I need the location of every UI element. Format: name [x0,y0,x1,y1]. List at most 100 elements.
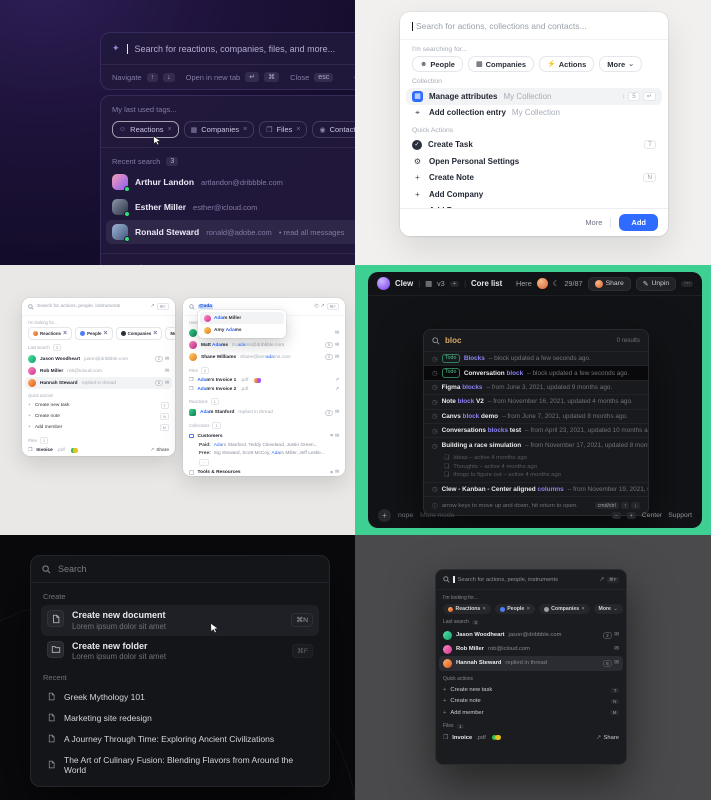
collection-row[interactable]: ⌖ Add collection entry My Collection [406,105,662,122]
person-row-selected[interactable]: Ronald Steward ronald@adobe.com • read a… [106,220,355,244]
result-row[interactable]: ◷ Figma blocks – from June 3, 2021, upda… [424,380,648,394]
read-all-link[interactable]: • read all messages [279,228,345,237]
tag-chip-reactions[interactable]: ☺ Reactions × [112,121,179,138]
tag-chip-companies[interactable]: ▦ Companies × [184,121,255,138]
share-button[interactable]: Share [604,735,619,741]
close-icon[interactable]: × [296,126,300,133]
action-row[interactable]: + Create Note N [406,169,662,186]
close-icon[interactable]: × [582,606,585,612]
search-bar[interactable]: ✦ Search for reactions, companies, files… [101,33,355,64]
person-row[interactable]: Esther Miller esther@icloud.com [106,195,355,219]
user-row[interactable]: Matt Adams m.adams@dribbble.com 5✉ [186,339,342,351]
chip-people[interactable]: People× [495,604,535,614]
recent-row[interactable]: A Journey Through Time: Exploring Ancien… [41,728,319,749]
center-button[interactable]: Center [642,512,662,519]
action-row[interactable]: ✓ Create Task T [406,137,662,153]
reaction-row[interactable]: Adam Stanford replied in thread 3✉ [186,407,342,418]
chip-people[interactable]: ☻People [412,56,463,72]
person-row[interactable]: Arthur Landon artlandon@dribbble.com [106,170,355,194]
create-folder-row[interactable]: Create new folder Lorem ipsum dolor sit … [41,636,319,667]
tag-chip-files[interactable]: ❒ Files × [259,121,307,138]
file-row[interactable]: ❒ Adam's Invoice 2.pdf ↗ [186,385,342,394]
chip-actions[interactable]: ⚡Actions [539,56,594,72]
result-row[interactable]: ◷ Canvs block demo – from June 7, 2021, … [424,409,648,423]
result-row-group[interactable]: ◷ Building a race simulation – from Nove… [424,437,648,481]
thread-subrow[interactable]: ❏things to figure out – active 4 months … [424,472,648,482]
search-input[interactable]: Search [58,564,87,574]
thread-subrow[interactable]: ❏Thoughts – active 4 months ago [424,462,648,472]
person-row[interactable]: Rob Miller rob@icloud.com ✉ [439,642,623,656]
add-tab-button[interactable]: + [450,281,459,287]
close-icon[interactable]: × [153,330,157,337]
recent-row[interactable]: Marketing site redesign [41,707,319,728]
suggestion-row[interactable]: Amy Adams [200,324,284,336]
result-row[interactable]: ◷ Clew - Kanban - Center aligned columns… [424,482,648,496]
close-icon[interactable]: × [243,126,247,133]
search-query[interactable]: bloc [445,336,461,345]
overflow-menu[interactable]: ⋯ [681,281,693,287]
tag-chip-contacts[interactable]: ◉ Contacts × [312,121,355,138]
result-row[interactable]: ◷ Conversations blocks test – from April… [424,423,648,437]
close-icon[interactable]: × [103,330,107,337]
search-input[interactable]: Search for actions, people, instruments [458,577,559,583]
more-button[interactable]: More [585,218,602,227]
close-icon[interactable]: × [527,606,530,612]
person-row[interactable]: Rob Miller rob@icloud.com ✉ [25,365,172,377]
chip-people[interactable]: People× [75,327,113,340]
collection-row[interactable]: Tools & Resources ⌗✉ [186,468,342,476]
collection-row-selected[interactable]: ▦ Manage attributes My Collection ↕ 5 ↵ [406,88,662,105]
chip-companies[interactable]: Companies× [539,604,590,614]
zoom-out-button[interactable]: − [612,512,621,519]
mode-label[interactable]: nope [398,512,413,519]
person-row[interactable]: Jason Woodheart jason@dribbble.com 2✉ [439,628,623,642]
result-row[interactable]: ◷ Todo Blocks – block updated a few seco… [424,351,648,365]
search-bar[interactable]: bloc 0 results [424,330,648,351]
person-row[interactable]: Jason Woodheart jason@dribbble.com 2✉ [25,353,172,365]
action-row[interactable]: +Create noteN [25,411,172,422]
collection-subrow[interactable]: Paid: Adam Stanford, Teddy Cleveland, Ju… [189,441,339,449]
checkbox[interactable] [189,434,194,439]
collection-more[interactable]: ⋯ [189,457,339,467]
action-row[interactable]: +Add memberM [25,422,172,433]
action-row[interactable]: +Create new taskT [25,400,172,411]
collection-subrow[interactable]: Free: Sig Steward, Scott McCoy, Adam Mil… [189,449,339,457]
search-input[interactable]: Search for actions, people, instruments [37,304,120,309]
chip-reactions[interactable]: Reactions× [443,604,491,614]
recent-row[interactable]: Greek Mythology 101 [41,686,319,707]
search-bar[interactable]: Search for actions, collections and cont… [400,12,668,40]
share-button[interactable]: Share [588,277,631,291]
result-row[interactable]: ◷ Note block V2 – from November 16, 2021… [424,394,648,408]
search-bar[interactable]: Search for actions, people, instruments … [436,570,626,590]
search-input[interactable]: Search for actions, collections and cont… [416,21,587,31]
recent-row[interactable]: The Art of Culinary Fusion: Blending Fla… [41,749,319,780]
suggestion-row-selected[interactable]: Adam Miller [200,312,284,324]
checkbox[interactable] [189,470,194,475]
search-query[interactable]: @ada [198,304,213,309]
share-button[interactable]: Share [156,448,169,453]
action-row[interactable]: + Add Company [406,186,662,203]
zoom-in-button[interactable]: + [627,512,636,519]
person-row-selected[interactable]: Hannah Steward replied in thread 6✉ [25,377,172,389]
chip-more[interactable]: More⌄ [594,604,623,614]
search-input[interactable]: Search for reactions, companies, files, … [135,44,336,54]
collection-row[interactable]: Customers ⌗✉ [186,431,342,441]
file-row[interactable]: ❒ Invoice.pdf ↗Share [439,732,623,743]
close-icon[interactable]: × [168,126,172,133]
action-row[interactable]: +Create noteN [439,696,623,707]
support-button[interactable]: Support [668,512,692,519]
chip-more[interactable]: More⌄ [165,327,175,340]
add-button[interactable]: + [378,509,391,522]
thread-subrow[interactable]: ❏Ideas – active 4 months ago [424,453,648,463]
action-row[interactable]: ⚙ Open Personal Settings [406,153,662,170]
user-row[interactable]: Shane Williams shane@iamadams.com 3✉ [186,351,342,363]
person-row-selected[interactable]: Hannah Steward replied in thread 6✉ [439,656,623,670]
close-icon[interactable]: × [483,606,486,612]
file-row[interactable]: ❒ Invoice.pdf ↗Share [25,446,172,455]
search-bar[interactable]: Search [31,556,329,583]
chip-companies[interactable]: Companies× [116,327,163,340]
result-row[interactable]: ◷ Building a race simulation – from Nove… [424,438,648,452]
chip-reactions[interactable]: Reactions× [28,327,72,340]
more-mode-label[interactable]: More mode [420,512,454,519]
action-row[interactable]: +Create new taskT [439,685,623,696]
file-row[interactable]: ❒ Adam's Invoice 1.pdf ↗ [186,376,342,385]
